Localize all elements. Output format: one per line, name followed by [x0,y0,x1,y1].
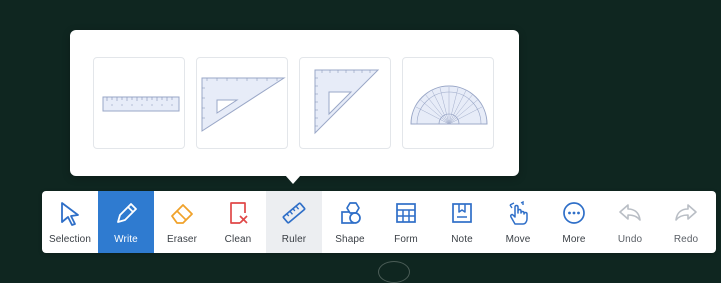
more-label: More [562,234,586,245]
set-square-45-icon [314,69,380,135]
undo-button[interactable]: Undo [602,191,658,253]
note-tool-button[interactable]: Note [434,191,490,253]
cursor-arrow-icon [61,202,79,226]
ruler-label: Ruler [281,234,307,245]
set-square-30-60-option[interactable] [196,57,288,149]
bottom-handle[interactable] [378,261,410,283]
write-tool-button[interactable]: Write [98,191,154,253]
undo-icon [619,204,641,221]
redo-button[interactable]: Redo [658,191,714,253]
undo-label: Undo [617,234,643,245]
ruler-selection-popup [70,30,519,176]
clean-tool-button[interactable]: Clean [210,191,266,253]
protractor-icon [410,85,488,125]
eraser-tool-button[interactable]: Eraser [154,191,210,253]
set-square-45-option[interactable] [299,57,391,149]
ruler-tool-button[interactable]: Ruler [266,191,322,253]
protractor-option[interactable] [402,57,494,149]
set-square-30-60-icon [201,77,286,132]
shapes-icon [341,202,361,224]
note-icon [452,203,472,223]
clean-label: Clean [224,234,252,245]
move-label: Move [505,234,531,245]
more-tool-button[interactable]: More [546,191,602,253]
hand-move-icon [509,200,528,225]
shape-label: Shape [335,234,365,245]
eraser-label: Eraser [166,234,198,245]
write-label: Write [114,234,138,245]
table-grid-icon [396,203,416,223]
shape-tool-button[interactable]: Shape [322,191,378,253]
redo-icon [675,204,697,221]
bottom-toolbar: Selection Write Eraser Clean Ruler Shape… [42,191,716,253]
clean-page-icon [230,202,248,224]
straight-ruler-option[interactable] [93,57,185,149]
ruler-icon [282,202,306,224]
popup-pointer [285,175,301,184]
redo-label: Redo [673,234,699,245]
selection-label: Selection [48,234,92,245]
pen-icon [117,203,137,223]
eraser-icon [171,204,193,224]
move-tool-button[interactable]: Move [490,191,546,253]
form-label: Form [394,234,418,245]
selection-tool-button[interactable]: Selection [42,191,98,253]
note-label: Note [451,234,473,245]
form-tool-button[interactable]: Form [378,191,434,253]
straight-ruler-icon [102,96,180,112]
more-dots-icon [563,202,585,224]
